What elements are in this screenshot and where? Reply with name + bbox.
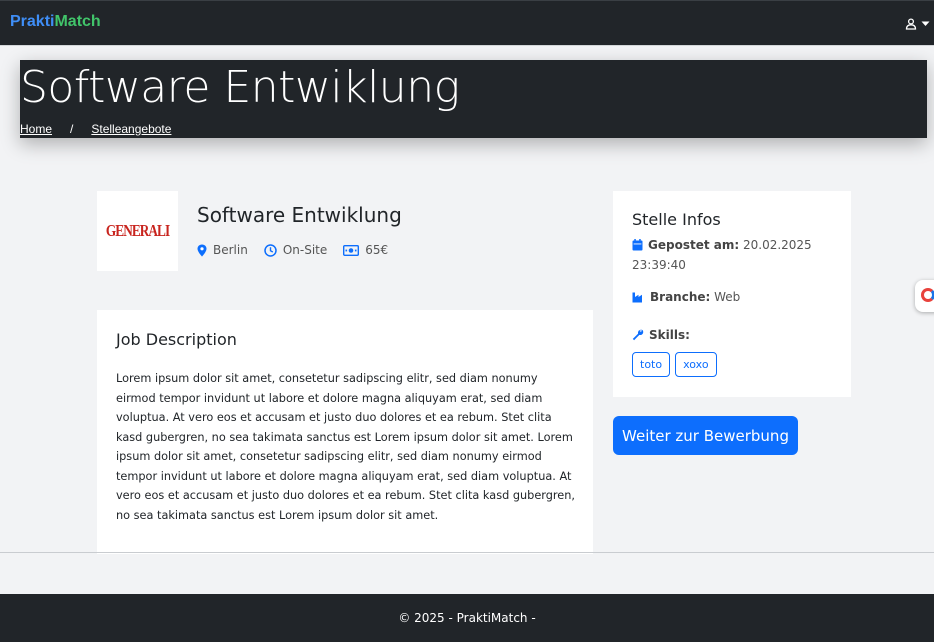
clock-icon — [264, 243, 277, 257]
job-location-text: Berlin — [213, 243, 248, 257]
navbar: PraktiMatch — [0, 0, 934, 46]
job-location: Berlin — [197, 243, 248, 257]
skill-tag: toto — [632, 352, 671, 377]
refresh-icon — [921, 288, 934, 302]
skills-label: Skills: — [649, 328, 690, 342]
job-info-heading: Stelle Infos — [632, 210, 721, 229]
job-salary-text: 65€ — [365, 243, 389, 257]
floating-widget-button[interactable] — [915, 280, 934, 312]
job-info-card: Stelle Infos Gepostet am: 20.02.2025 23:… — [613, 191, 851, 397]
footer-text: © 2025 - PraktiMatch - — [398, 611, 536, 625]
branch-value: Web — [714, 290, 741, 304]
job-description-card: Job Description Lorem ipsum dolor sit am… — [97, 310, 593, 554]
job-salary: 65€ — [343, 243, 388, 257]
posted-label: Gepostet am: — [648, 238, 740, 252]
money-icon — [343, 244, 360, 256]
content-divider — [0, 552, 934, 553]
skill-tag: xoxo — [675, 352, 717, 377]
caret-down-icon — [921, 21, 930, 27]
page-header: Software Entwiklung Home / Stelleangebot… — [20, 60, 927, 138]
user-menu-toggle[interactable] — [905, 16, 930, 32]
calendar-icon — [632, 238, 648, 252]
brand-part-prakti: Prakti — [10, 13, 55, 30]
branch-row: Branche: Web — [632, 287, 832, 307]
skills-row: Skills: — [632, 325, 832, 345]
breadcrumb-separator: / — [70, 122, 74, 136]
brand-part-match: Match — [54, 13, 101, 30]
apply-button[interactable]: Weiter zur Bewerbung — [613, 416, 798, 455]
user-icon — [905, 18, 917, 30]
breadcrumb-stelleangebote-link[interactable]: Stelleangebote — [91, 122, 171, 136]
skills-tags: toto xoxo — [632, 352, 717, 377]
job-description-text: Lorem ipsum dolor sit amet, consetetur s… — [116, 372, 576, 522]
breadcrumb: Home / Stelleangebote — [20, 122, 171, 136]
footer: © 2025 - PraktiMatch - — [0, 594, 934, 642]
company-logo-text: GENERALI — [105, 221, 170, 240]
branch-label: Branche: — [650, 290, 711, 304]
map-pin-icon — [197, 244, 207, 257]
job-title: Software Entwiklung — [197, 203, 402, 227]
industry-icon — [632, 290, 650, 304]
job-work-mode: On-Site — [264, 243, 327, 257]
brand-logo[interactable]: PraktiMatch — [10, 13, 101, 31]
wrench-icon — [632, 328, 649, 342]
job-work-mode-text: On-Site — [282, 243, 328, 257]
page-title: Software Entwiklung — [20, 62, 460, 113]
job-meta: Berlin On-Site 65€ — [197, 243, 404, 257]
breadcrumb-home-link[interactable]: Home — [20, 122, 52, 136]
job-description-heading: Job Description — [116, 330, 237, 349]
company-logo: GENERALI — [97, 191, 178, 271]
posted-date-row: Gepostet am: 20.02.2025 23:39:40 — [632, 235, 832, 275]
